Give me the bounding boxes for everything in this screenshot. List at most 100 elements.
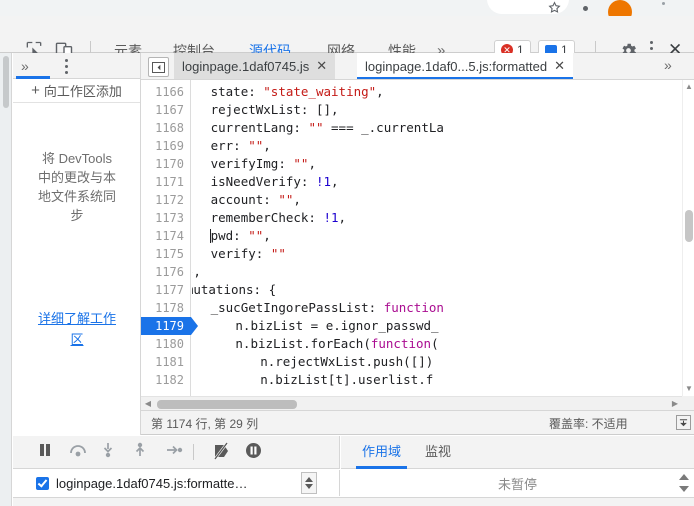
add-workspace-button[interactable]: + 向工作区添加 (13, 79, 140, 103)
code-line[interactable]: rejectWxList: [], (211, 101, 339, 119)
scroll-right-arrow[interactable]: ▶ (669, 398, 681, 409)
line-number[interactable]: 1173 (141, 209, 184, 227)
code-token: , (338, 210, 347, 225)
line-number[interactable]: 1176 (141, 263, 184, 281)
toggle-drawer-icon[interactable] (676, 415, 691, 430)
code-line[interactable]: rememberCheck: !1, (211, 209, 346, 227)
scope-panel-scrollbar[interactable] (678, 472, 690, 494)
code-line[interactable]: }, (192, 263, 201, 281)
code-token: "" (248, 228, 264, 243)
code-token: rejectWxList: [], (210, 102, 339, 117)
editor-tab-label: loginpage.1daf0...5.js:formatted (365, 58, 548, 74)
code-line[interactable]: verifyImg: "", (211, 155, 316, 173)
code-line[interactable]: isNeedVerify: !1, (211, 173, 339, 191)
chrome-menu-icon[interactable] (662, 2, 665, 5)
extensions-icon[interactable] (583, 3, 597, 22)
line-number[interactable]: 1180 (141, 335, 184, 353)
code-token: , (263, 138, 271, 153)
editor-tab-loginpage-formatted[interactable]: loginpage.1daf0...5.js:formatted ✕ (357, 53, 574, 79)
pause-on-exceptions-icon[interactable] (245, 442, 267, 462)
code-token: "" (293, 156, 309, 171)
code-token: , (376, 84, 384, 99)
editor-tab-strip: loginpage.1daf0745.js ✕ loginpage.1daf0.… (141, 53, 694, 80)
code-line[interactable]: mutations: { (192, 281, 276, 299)
scroll-down-arrow[interactable] (679, 486, 689, 492)
line-number[interactable]: 1167 (141, 101, 184, 119)
editor-vertical-scrollbar[interactable]: ▲ ▼ (682, 80, 694, 396)
close-icon[interactable]: ✕ (554, 58, 565, 74)
step-over-icon[interactable] (69, 442, 91, 462)
line-number[interactable]: 1172 (141, 191, 184, 209)
code-token: n.rejectWxList.push([]) (260, 354, 434, 369)
scope-empty-message: 未暂停 (497, 476, 537, 492)
line-number[interactable]: 1179 (141, 317, 184, 335)
line-number[interactable]: 1175 (141, 245, 184, 263)
navigator-menu-icon[interactable] (65, 59, 68, 77)
line-number[interactable]: 1181 (141, 353, 184, 371)
code-line[interactable]: n.bizList.forEach(function( (235, 335, 438, 353)
navigator-more-icon[interactable]: » (21, 58, 29, 74)
tab-scope[interactable]: 作用域 (356, 441, 408, 469)
cursor-position-label: 第 1174 行, 第 29 列 (151, 417, 259, 431)
more-editor-tabs-icon[interactable]: » (664, 57, 672, 73)
scroll-left-arrow[interactable]: ◀ (142, 398, 154, 409)
code-line[interactable]: n.rejectWxList.push([]) (260, 353, 433, 371)
code-token: state: (210, 84, 264, 99)
line-number[interactable]: 1178 (141, 299, 184, 317)
line-number[interactable]: 1166 (141, 83, 184, 101)
code-line[interactable]: state: "state_waiting", (211, 83, 384, 101)
line-number[interactable]: 1168 (141, 119, 184, 137)
line-number[interactable]: 1169 (141, 137, 184, 155)
code-token: mutations: { (192, 282, 277, 297)
tab-watch[interactable]: 监视 (419, 441, 457, 469)
scroll-down-arrow[interactable] (305, 484, 313, 489)
code-token: verifyImg: (210, 156, 294, 171)
code-editor[interactable]: 1166 1167 1168 1169 1170 1171 1172 1173 1174 1175… (141, 80, 694, 410)
close-icon[interactable]: ✕ (316, 58, 327, 74)
code-line[interactable]: currentLang: "" === _.currentLa (211, 119, 444, 137)
scroll-up-arrow[interactable] (679, 474, 689, 480)
line-number[interactable]: 1174 (141, 227, 184, 245)
step-icon[interactable] (165, 442, 187, 462)
scroll-up-arrow[interactable] (305, 477, 313, 482)
breakpoint-list-scrollbar[interactable] (301, 472, 317, 494)
editor-tab-label: loginpage.1daf0745.js (182, 58, 310, 74)
collapse-sidebar-icon[interactable] (148, 57, 169, 77)
navigator-pane: » + 向工作区添加 将 DevTools 中的更改与本地文件系统同步 详细了解… (13, 53, 141, 435)
code-line[interactable]: _sucGetIngorePassList: function (211, 299, 444, 317)
scroll-down-arrow[interactable]: ▼ (684, 384, 694, 394)
code-token: "state_waiting" (263, 84, 377, 99)
breakpoint-checkbox[interactable] (36, 476, 49, 490)
code-token: "" (278, 192, 294, 207)
scrollbar-thumb[interactable] (3, 56, 9, 108)
editor-tab-loginpage[interactable]: loginpage.1daf0745.js ✕ (174, 53, 336, 79)
scrollbar-thumb-h[interactable] (157, 400, 297, 409)
scrollbar-thumb[interactable] (685, 210, 693, 242)
code-line[interactable]: verify: "" (211, 245, 286, 263)
code-token: currentLang: (210, 120, 309, 135)
code-line[interactable]: n.bizList[t].userlist.f (260, 371, 433, 389)
line-number[interactable]: 1170 (141, 155, 184, 173)
star-icon[interactable] (548, 1, 561, 17)
code-line[interactable]: pwd: "", (211, 227, 271, 245)
line-number[interactable]: 1182 (141, 371, 184, 389)
line-number[interactable]: 1171 (141, 173, 184, 191)
code-token: !1 (315, 174, 332, 189)
pause-icon[interactable] (37, 442, 59, 462)
step-into-icon[interactable] (101, 442, 123, 462)
editor-horizontal-scrollbar[interactable]: ◀ ▶ (141, 396, 682, 410)
workspace-learn-more-link[interactable]: 详细了解工作区 (35, 308, 119, 350)
page-scrollbar-gutter[interactable]: ▲ (0, 16, 12, 506)
line-number[interactable]: 1177 (141, 281, 184, 299)
line-number-gutter[interactable]: 1166 1167 1168 1169 1170 1171 1172 1173 1174 1175… (141, 80, 198, 410)
code-line[interactable]: err: "", (211, 137, 271, 155)
code-token: _sucGetIngorePassList: (210, 300, 384, 315)
code-line[interactable]: account: "", (211, 191, 301, 209)
deactivate-breakpoints-icon[interactable] (211, 442, 233, 462)
code-content[interactable]: state: "state_waiting", rejectWxList: [],… (192, 80, 682, 396)
code-line[interactable]: n.bizList = e.ignor_passwd_ (235, 317, 438, 335)
scroll-up-arrow[interactable]: ▲ (684, 82, 694, 92)
code-token: account: (210, 192, 279, 207)
step-out-icon[interactable] (133, 442, 155, 462)
breakpoint-list-item[interactable]: loginpage.1daf0745.js:formatte… (13, 470, 340, 496)
